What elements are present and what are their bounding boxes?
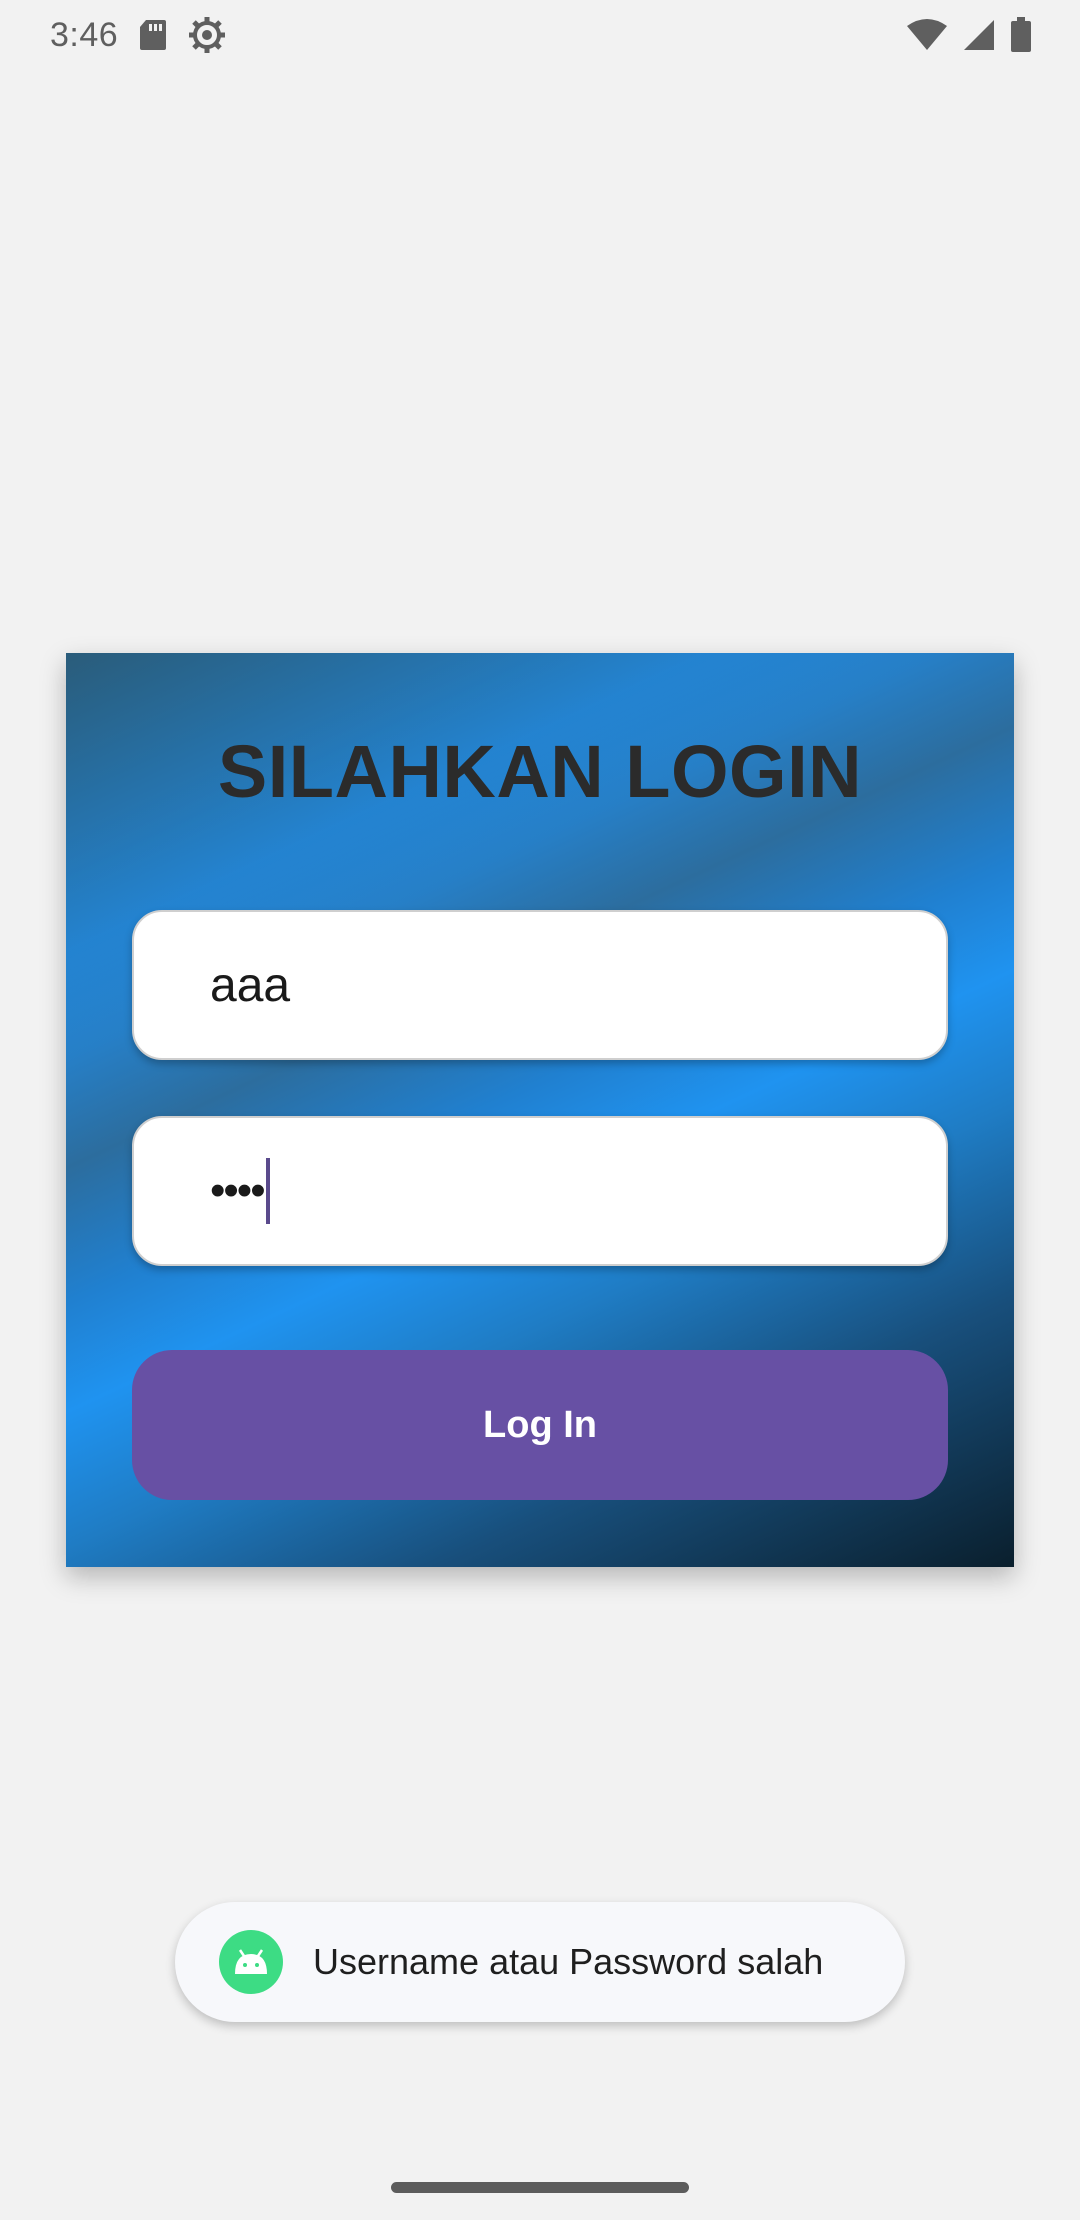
status-left: 3:46 — [50, 16, 226, 55]
password-mask: •••• — [210, 1166, 266, 1215]
android-icon — [219, 1930, 283, 1994]
username-value: aaa — [210, 958, 291, 1012]
username-field[interactable]: aaa — [132, 910, 948, 1060]
login-title: SILAHKAN LOGIN — [217, 730, 863, 813]
login-button[interactable]: Log In — [132, 1350, 948, 1500]
error-toast: Username atau Password salah — [175, 1902, 905, 2022]
text-cursor — [265, 1158, 270, 1224]
sd-card-icon — [138, 18, 168, 52]
battery-icon — [1010, 17, 1032, 53]
password-field[interactable]: •••• — [132, 1116, 948, 1266]
toast-message: Username atau Password salah — [313, 1941, 824, 1982]
status-time: 3:46 — [50, 15, 119, 54]
login-card: SILAHKAN LOGIN aaa •••• Log In — [66, 653, 1014, 1567]
settings-gear-icon — [188, 16, 226, 54]
home-indicator[interactable] — [391, 2182, 689, 2193]
status-bar: 3:46 — [0, 0, 1080, 70]
wifi-icon — [906, 18, 948, 52]
status-right — [906, 17, 1032, 53]
cellular-signal-icon — [962, 18, 996, 52]
